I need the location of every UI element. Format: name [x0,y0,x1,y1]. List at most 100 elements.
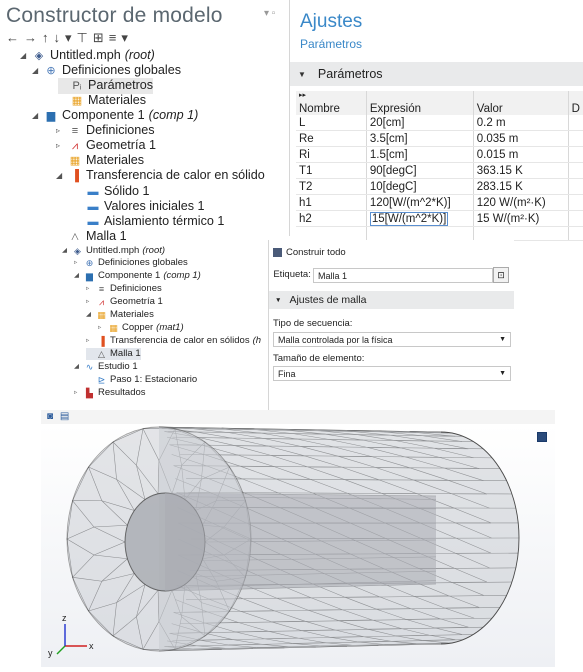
label-reset-icon[interactable]: ⊡ [493,267,509,283]
sequence-type-select[interactable]: Malla controlada por la física▼ [273,332,511,347]
empty-cell[interactable] [568,227,583,241]
param-name-cell[interactable]: Re [296,131,366,147]
param-name-cell[interactable]: h1 [296,195,366,211]
back-arrow-icon[interactable]: ← [6,30,24,45]
move-up-icon[interactable]: ↑ [42,30,54,45]
element-size-select[interactable]: Fina▼ [273,366,511,381]
tree-item[interactable]: ⊵Paso 1: Estacionario [86,374,197,386]
tree-expander-icon[interactable]: ◢ [74,361,81,374]
param-value-cell[interactable]: 0.2 m [473,115,568,131]
tree-item[interactable]: ▹≡Definiciones [56,123,155,139]
tree-item[interactable]: ▹▙Resultados [74,387,146,399]
column-header-value[interactable]: Valor [473,91,568,115]
tree-expander-icon[interactable]: ◢ [74,270,81,283]
tree-item[interactable]: ◢⊕Definiciones globales [32,63,181,79]
tree-item[interactable]: ◢▐Transferencia de calor en sólido [56,168,265,184]
tree-expander-icon[interactable]: ◢ [86,309,93,322]
parameters-section-header[interactable]: ▼ Parámetros [290,62,583,86]
tree-item[interactable]: ▹▐Transferencia de calor en sólidos(h [86,335,261,347]
column-header-description[interactable]: D [568,91,583,115]
param-value-cell[interactable]: 120 W/(m²·K) [473,195,568,211]
tree-item[interactable]: ▹⩘Geometría 1 [56,138,156,154]
tree-expander-icon[interactable]: ◢ [32,63,40,79]
param-expression-cell[interactable]: 90[degC] [366,163,473,179]
param-name-cell[interactable]: T1 [296,163,366,179]
param-name-cell[interactable]: T2 [296,179,366,195]
table-row[interactable]: T210[degC]283.15 K [296,179,583,195]
table-row[interactable]: Ri1.5[cm]0.015 m [296,147,583,163]
column-header-expression[interactable]: Expresión [366,91,473,115]
param-name-cell[interactable]: L [296,115,366,131]
param-expression-cell[interactable]: 10[degC] [366,179,473,195]
tree-item[interactable]: ▹▦Copper(mat1) [98,322,184,334]
expand-icon[interactable]: ⊞ [93,30,109,45]
tree-expander-icon[interactable]: ◢ [32,108,40,124]
tree-expander-icon[interactable]: ▹ [86,296,93,309]
param-name-cell[interactable]: h2 [296,211,366,227]
param-expression-cell[interactable]: 15[W/(m^2*K)] [366,211,473,227]
param-description-cell[interactable] [568,115,583,131]
tree-expander-icon[interactable]: ▹ [86,335,93,348]
tree-item[interactable]: △Malla 1 [86,348,141,360]
graphics-viewport[interactable]: zxy [41,424,555,667]
tree-expander-icon[interactable]: ▹ [74,387,81,400]
tree-expander-icon[interactable]: ◢ [62,245,69,258]
tree-item[interactable]: ◢▆Componente 1(comp 1) [32,108,198,124]
param-description-cell[interactable] [568,163,583,179]
param-name-cell[interactable]: Ri [296,147,366,163]
tree-item[interactable]: ▹⊕Definiciones globales [74,257,188,269]
param-description-cell[interactable] [568,131,583,147]
table-row[interactable]: h1120[W/(m^2*K)]120 W/(m²·K) [296,195,583,211]
viewport-maximize-icon[interactable] [537,432,547,442]
tree-item[interactable]: ◢◈Untitled.mph(root) [62,245,165,257]
tree-item[interactable]: ▦Materiales [58,93,146,109]
show-icon[interactable]: ▾ [65,30,77,45]
param-value-cell[interactable]: 0.015 m [473,147,568,163]
collapse-icon[interactable]: ⊤ [77,30,93,45]
param-description-cell[interactable] [568,179,583,195]
empty-cell[interactable] [366,227,473,241]
tree-expander-icon[interactable]: ▹ [86,283,93,296]
label-input[interactable]: Malla 1 [313,268,493,283]
table-row[interactable]: L20[cm]0.2 m [296,115,583,131]
tree-item[interactable]: ▬Valores iniciales 1 [74,199,205,215]
tree-item[interactable]: ◢◈Untitled.mph(root) [20,48,155,64]
table-row[interactable]: h215[W/(m^2*K)]15 W/(m²·K) [296,211,583,227]
param-value-cell[interactable]: 15 W/(m²·K) [473,211,568,227]
empty-cell[interactable] [473,227,568,241]
tree-item[interactable]: ◢▦Materiales [86,309,154,321]
mesh-settings-section-header[interactable]: ▼ Ajustes de malla [269,291,514,309]
param-expression-cell[interactable]: 120[W/(m^2*K)] [366,195,473,211]
tree-item[interactable]: ▬Sólido 1 [74,184,150,200]
tree-item[interactable]: ▬Aislamiento térmico 1 [74,214,224,230]
menu-icon[interactable]: ≡▾ [109,30,133,45]
tree-item[interactable]: ▹≡Definiciones [86,283,162,295]
tree-expander-icon[interactable]: ▹ [74,257,81,270]
table-row[interactable]: Re3.5[cm]0.035 m [296,131,583,147]
tree-expander-icon[interactable]: ▹ [56,123,64,139]
table-row-empty[interactable] [296,227,583,241]
tree-item[interactable]: ◢∿Estudio 1 [74,361,138,373]
print-icon[interactable]: ▤ [60,411,69,422]
param-expression-cell[interactable]: 3.5[cm] [366,131,473,147]
param-value-cell[interactable]: 0.035 m [473,131,568,147]
empty-cell[interactable] [296,227,366,241]
tree-item[interactable]: ▹⩘Geometría 1 [86,296,163,308]
table-row[interactable]: T190[degC]363.15 K [296,163,583,179]
build-all-button[interactable]: Construir todo [273,247,346,258]
tree-item[interactable]: ▦Materiales [56,153,144,169]
param-description-cell[interactable] [568,195,583,211]
tree-expander-icon[interactable]: ▹ [98,322,105,335]
tree-item[interactable]: ◢▆Componente 1(comp 1) [74,270,201,282]
param-description-cell[interactable] [568,211,583,227]
move-down-icon[interactable]: ↓ [54,30,66,45]
tree-expander-icon[interactable]: ◢ [20,48,28,64]
param-value-cell[interactable]: 283.15 K [473,179,568,195]
param-expression-cell[interactable]: 1.5[cm] [366,147,473,163]
tree-item[interactable]: PᵢParámetros [58,78,153,94]
column-header-name[interactable]: ▸▸Nombre [296,91,366,115]
tree-expander-icon[interactable]: ◢ [56,168,64,184]
param-description-cell[interactable] [568,147,583,163]
param-expression-cell[interactable]: 20[cm] [366,115,473,131]
panel-pin-icon[interactable]: ▾ ▫ [264,8,275,19]
